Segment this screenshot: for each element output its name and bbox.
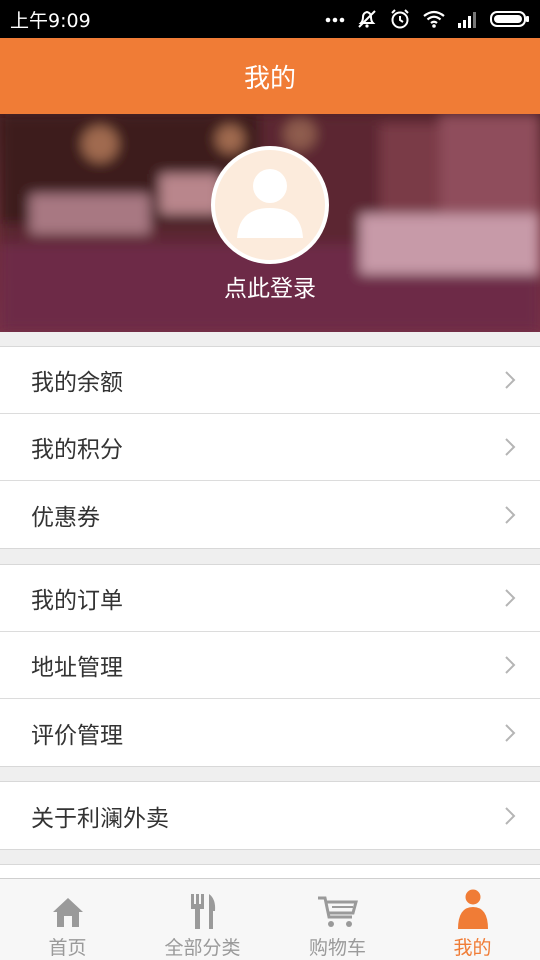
chevron-right-icon xyxy=(504,505,516,525)
cart-icon xyxy=(317,889,359,929)
status-bar: 上午9:09 xyxy=(0,0,540,38)
menu-item-reviews[interactable]: 评价管理 xyxy=(0,699,540,766)
profile-banner: 点此登录 xyxy=(0,114,540,332)
battery-icon xyxy=(490,10,530,28)
home-icon xyxy=(51,889,85,929)
tab-label: 首页 xyxy=(48,937,87,959)
signal-icon xyxy=(457,10,479,28)
chevron-right-icon xyxy=(504,806,516,826)
menu-item-orders[interactable]: 我的订单 xyxy=(0,565,540,632)
menu-group-about: 关于利澜外卖 xyxy=(0,781,540,850)
menu-group-orders: 我的订单 地址管理 评价管理 xyxy=(0,564,540,767)
menu-item-label: 我的余额 xyxy=(31,370,123,396)
page-title: 我的 xyxy=(243,63,296,94)
menu-item-label: 优惠券 xyxy=(31,504,100,531)
fork-knife-icon xyxy=(186,889,220,929)
menu-item-coupons[interactable]: 优惠券 xyxy=(0,481,540,548)
app-header: 我的 xyxy=(0,38,540,114)
chevron-right-icon xyxy=(504,655,516,675)
menu-item-label: 我的积分 xyxy=(31,437,123,463)
tab-label: 购物车 xyxy=(308,937,366,959)
chevron-right-icon xyxy=(504,723,516,743)
user-avatar-icon xyxy=(237,169,303,238)
tab-home[interactable]: 首页 xyxy=(0,879,135,960)
mute-icon xyxy=(356,8,378,30)
status-icons xyxy=(325,8,530,30)
user-icon xyxy=(456,889,490,929)
bottom-nav: 首页 全部分类 购物车 我的 xyxy=(0,878,540,960)
chevron-right-icon xyxy=(504,437,516,457)
tab-mine[interactable]: 我的 xyxy=(405,879,540,960)
menu-item-about[interactable]: 关于利澜外卖 xyxy=(0,782,540,849)
menu-item-label: 评价管理 xyxy=(31,722,123,749)
menu-tail-divider xyxy=(0,864,540,878)
tab-label: 我的 xyxy=(453,937,492,959)
tab-label: 全部分类 xyxy=(164,937,241,959)
menu-item-label: 关于利澜外卖 xyxy=(31,805,169,832)
menu-item-points[interactable]: 我的积分 xyxy=(0,414,540,481)
more-dots-icon xyxy=(325,15,345,23)
avatar[interactable] xyxy=(211,146,329,264)
menu-item-balance[interactable]: 我的余额 xyxy=(0,347,540,414)
login-link[interactable]: 点此登录 xyxy=(0,269,540,303)
menu-item-label: 地址管理 xyxy=(31,655,123,681)
chevron-right-icon xyxy=(504,588,516,608)
tab-cart[interactable]: 购物车 xyxy=(270,879,405,960)
wifi-icon xyxy=(422,9,446,29)
menu-item-label: 我的订单 xyxy=(31,588,123,614)
tab-categories[interactable]: 全部分类 xyxy=(135,879,270,960)
alarm-icon xyxy=(389,8,411,30)
menu-group-account: 我的余额 我的积分 优惠券 xyxy=(0,346,540,549)
menu-item-addresses[interactable]: 地址管理 xyxy=(0,632,540,699)
chevron-right-icon xyxy=(504,370,516,390)
status-time: 上午9:09 xyxy=(10,9,91,32)
